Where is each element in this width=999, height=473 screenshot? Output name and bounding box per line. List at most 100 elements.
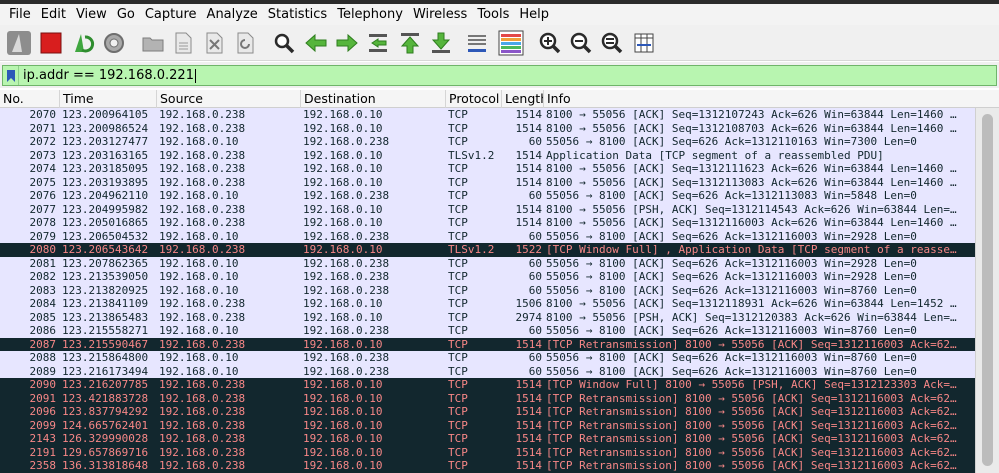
column-header-source[interactable]: Source [157, 90, 301, 108]
packet-destination: 192.168.0.10 [303, 202, 383, 216]
packet-row[interactable]: 2089 123.216173494 192.168.0.10 192.168.0.2… [0, 364, 975, 378]
packet-length: 1514 [515, 216, 543, 229]
packet-destination: 192.168.0.238 [303, 270, 390, 283]
packet-number: 2073 [29, 148, 57, 162]
packet-time: 123.203127477 [62, 135, 149, 148]
close-file-icon[interactable] [200, 29, 228, 57]
packet-protocol: TLSv1.2 [448, 243, 495, 256]
menu-capture[interactable]: Capture [140, 4, 202, 25]
find-packet-icon[interactable] [270, 29, 298, 57]
packet-list-scrollbar[interactable] [975, 108, 999, 473]
packet-info: [TCP Retransmission] 8100 → 55056 [ACK] … [546, 391, 957, 405]
packet-number: 2082 [29, 270, 57, 283]
packet-row[interactable]: 2081 123.207862365 192.168.0.10 192.168.0.2… [0, 256, 975, 270]
packet-list-header: No. Time Source Destination Protocol Len… [0, 90, 999, 108]
zoom-in-icon[interactable] [536, 29, 564, 57]
go-to-packet-icon[interactable] [364, 29, 392, 57]
packet-length: 1514 [515, 121, 543, 135]
reload-file-icon[interactable] [231, 29, 259, 57]
shark-fin-start-icon[interactable] [5, 29, 33, 57]
save-file-icon[interactable] [169, 29, 197, 57]
column-header-info[interactable]: Info [544, 90, 999, 108]
stop-square-icon[interactable] [37, 29, 65, 57]
packet-destination: 192.168.0.10 [303, 459, 383, 472]
menu-file[interactable]: File [4, 4, 36, 25]
go-back-arrow-icon[interactable] [302, 29, 330, 57]
packet-number: 2083 [29, 283, 57, 297]
packet-time: 123.421883728 [62, 391, 149, 405]
packet-row[interactable]: 2091 123.421883728 192.168.0.238 192.168.0.… [0, 391, 975, 405]
packet-row[interactable]: 2079 123.206504532 192.168.0.10 192.168.0.2… [0, 229, 975, 243]
packet-list[interactable]: 2070 123.200964105 192.168.0.238 192.168.0.… [0, 108, 975, 473]
packet-number: 2074 [29, 162, 57, 175]
packet-row[interactable]: 2090 123.216207785 192.168.0.238 192.168.0.… [0, 378, 975, 392]
go-last-packet-icon[interactable] [427, 29, 455, 57]
packet-number: 2075 [29, 175, 57, 189]
scrollbar-thumb[interactable] [982, 114, 993, 466]
packet-row[interactable]: 2072 123.203127477 192.168.0.10 192.168.0.2… [0, 135, 975, 149]
packet-row[interactable]: 2071 123.200986524 192.168.0.238 192.168.0.… [0, 121, 975, 135]
packet-row[interactable]: 2099 124.665762401 192.168.0.238 192.168.0.… [0, 418, 975, 432]
display-filter-input[interactable]: ip.addr == 192.168.0.221 [19, 66, 194, 85]
menu-edit[interactable]: Edit [36, 4, 71, 25]
resize-columns-icon[interactable] [630, 29, 658, 57]
menu-analyze[interactable]: Analyze [202, 4, 263, 25]
menu-wireless[interactable]: Wireless [408, 4, 472, 25]
go-forward-arrow-icon[interactable] [333, 29, 361, 57]
packet-row[interactable]: 2078 123.205016865 192.168.0.238 192.168.0.… [0, 216, 975, 230]
packet-row[interactable]: 2070 123.200964105 192.168.0.238 192.168.0.… [0, 108, 975, 122]
display-filter-field[interactable]: ip.addr == 192.168.0.221 [2, 65, 997, 86]
packet-number: 2096 [29, 405, 57, 418]
packet-source: 192.168.0.238 [159, 202, 246, 216]
packet-row[interactable]: 2084 123.213841109 192.168.0.238 192.168.0.… [0, 297, 975, 311]
packet-row[interactable]: 2074 123.203185095 192.168.0.238 192.168.0.… [0, 162, 975, 176]
packet-protocol: TCP [448, 162, 468, 175]
zoom-normal-icon[interactable] [598, 29, 626, 57]
zoom-out-icon[interactable] [567, 29, 595, 57]
packet-row[interactable]: 2083 123.213820925 192.168.0.10 192.168.0.2… [0, 283, 975, 297]
column-header-length[interactable]: Length [502, 90, 544, 108]
menu-go[interactable]: Go [112, 4, 140, 25]
bookmark-icon[interactable] [3, 66, 19, 85]
menu-view[interactable]: View [71, 4, 112, 25]
restart-capture-icon[interactable] [69, 29, 97, 57]
packet-row[interactable]: 2191 129.657869716 192.168.0.238 192.168.0.… [0, 445, 975, 459]
colorize-icon[interactable] [497, 29, 525, 57]
packet-number: 2089 [29, 364, 57, 378]
packet-row[interactable]: 2358 136.313818648 192.168.0.238 192.168.0.… [0, 459, 975, 473]
column-header-destination[interactable]: Destination [301, 90, 446, 108]
packet-row[interactable]: 2080 123.206543642 192.168.0.238 192.168.0.… [0, 243, 975, 257]
packet-row[interactable]: 2086 123.215558271 192.168.0.10 192.168.0.2… [0, 324, 975, 338]
column-header-time[interactable]: Time [60, 90, 157, 108]
column-header-protocol[interactable]: Protocol [446, 90, 502, 108]
menu-tools[interactable]: Tools [472, 4, 514, 25]
column-header-no[interactable]: No. [0, 90, 60, 108]
packet-row[interactable]: 2075 123.203193895 192.168.0.238 192.168.0.… [0, 175, 975, 189]
packet-time: 123.213820925 [62, 283, 149, 297]
packet-row[interactable]: 2073 123.203163165 192.168.0.238 192.168.0.… [0, 148, 975, 162]
menu-help[interactable]: Help [514, 4, 554, 25]
packet-row[interactable]: 2087 123.215590467 192.168.0.238 192.168.0.… [0, 337, 975, 351]
main-toolbar [0, 25, 999, 61]
packet-protocol: TCP [448, 135, 468, 148]
packet-row[interactable]: 2082 123.213539050 192.168.0.10 192.168.0.2… [0, 270, 975, 284]
packet-number: 2088 [29, 351, 57, 364]
menu-statistics[interactable]: Statistics [263, 4, 332, 25]
packet-time: 123.204995982 [62, 202, 149, 216]
packet-row[interactable]: 2076 123.204962110 192.168.0.10 192.168.0.2… [0, 189, 975, 203]
packet-protocol: TCP [448, 445, 468, 459]
packet-row[interactable]: 2085 123.213865483 192.168.0.238 192.168.0.… [0, 310, 975, 324]
auto-scroll-icon[interactable] [463, 29, 491, 57]
capture-options-gear-icon[interactable] [100, 29, 128, 57]
packet-row[interactable]: 2077 123.204995982 192.168.0.238 192.168.0.… [0, 202, 975, 216]
menu-telephony[interactable]: Telephony [332, 4, 408, 25]
packet-row[interactable]: 2096 123.837794292 192.168.0.238 192.168.0.… [0, 405, 975, 419]
packet-length: 1514 [515, 108, 543, 121]
packet-info: [TCP Window Full] 8100 → 55056 [PSH, ACK… [546, 378, 957, 391]
packet-protocol: TCP [448, 108, 468, 121]
packet-row[interactable]: 2088 123.215864800 192.168.0.10 192.168.0.2… [0, 351, 975, 365]
packet-time: 123.203193895 [62, 175, 149, 189]
packet-row[interactable]: 2143 126.329990028 192.168.0.238 192.168.0.… [0, 432, 975, 446]
go-first-packet-icon[interactable] [396, 29, 424, 57]
open-folder-icon[interactable] [139, 29, 167, 57]
